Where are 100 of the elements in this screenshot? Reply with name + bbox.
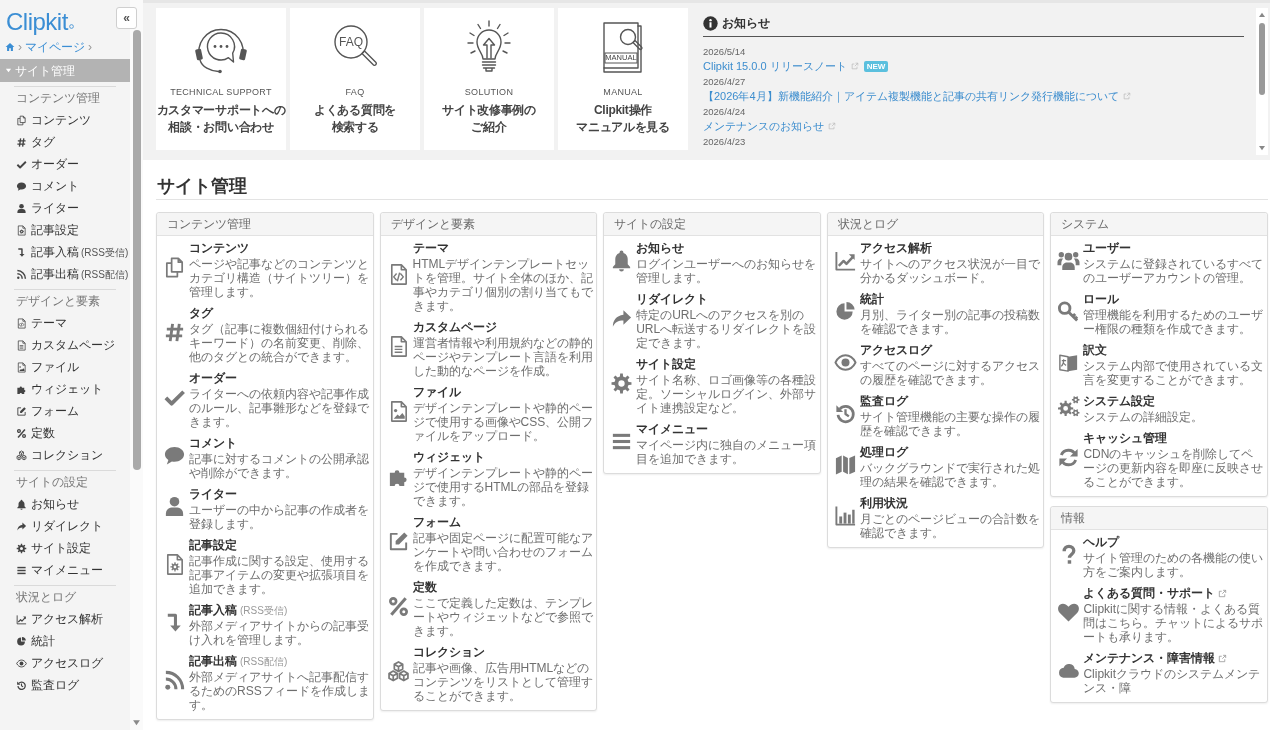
item-title-link[interactable]: ロール	[1083, 292, 1120, 307]
collapse-button[interactable]: «	[116, 7, 137, 29]
scrollbar-thumb[interactable]	[1259, 23, 1265, 95]
sidebar-item[interactable]: 定数	[0, 422, 130, 444]
sidebar-item[interactable]: サイト設定	[0, 537, 130, 559]
sidebar-item[interactable]: 監査ログ	[0, 674, 130, 696]
heart-icon	[1057, 601, 1081, 624]
text-file-icon	[16, 339, 27, 351]
item-title-link[interactable]: 監査ログ	[859, 394, 908, 409]
gear-icon	[16, 542, 27, 554]
registered-mark-icon	[68, 24, 74, 29]
item-title-link[interactable]: 利用状況	[859, 496, 908, 511]
news-date: 2026/4/24	[703, 105, 746, 118]
sidebar-item[interactable]: タグ	[0, 131, 130, 153]
scrollbar-thumb[interactable]	[132, 30, 141, 470]
quick-link-card[interactable]: SOLUTION サイト改修事例の ご紹介	[424, 8, 554, 150]
item-title-link[interactable]: お知らせ	[636, 241, 685, 256]
item-title-link[interactable]: ヘルプ	[1083, 535, 1120, 550]
item-title-link[interactable]: システム設定	[1083, 394, 1156, 409]
sidebar-item[interactable]: アクセスログ	[0, 652, 130, 674]
documents-icon	[16, 114, 27, 126]
home-icon[interactable]	[5, 42, 15, 52]
sidebar-item[interactable]: フォーム	[0, 400, 130, 422]
item-title-link[interactable]: 統計	[859, 292, 884, 307]
item-title-link[interactable]: コメント	[189, 436, 237, 451]
quick-link-card[interactable]: FAQ FAQ よくある質問を 検索する	[290, 8, 420, 150]
item-title-link[interactable]: ユーザー	[1083, 241, 1132, 256]
sidebar-section-label: サイトの設定	[16, 475, 88, 489]
item-title-link[interactable]: サイト設定	[636, 357, 697, 372]
item-title-link[interactable]: 記事出稿 (RSS配信)	[189, 654, 288, 669]
item-title-link[interactable]: 記事設定	[189, 538, 237, 553]
item-description: デザインテンプレートや静的ページで使用する画像やCSS、公開ファイルをアップロード。	[412, 401, 595, 443]
sidebar-item[interactable]: ライター	[0, 197, 130, 219]
info-icon	[703, 16, 718, 31]
pie-chart-icon	[833, 300, 857, 323]
item-description: サイト管理のための各機能の使い方をご案内します。	[1083, 551, 1265, 579]
sidebar-item[interactable]: アクセス解析	[0, 608, 130, 630]
item-title-link[interactable]: メンテナンス・障害情報	[1083, 651, 1228, 666]
rss-icon	[163, 669, 186, 692]
breadcrumb-separator: ›	[88, 40, 92, 54]
item-title-link[interactable]: キャッシュ管理	[1083, 431, 1168, 446]
sidebar-item[interactable]: コンテンツ	[0, 109, 130, 131]
item-description: 記事作成に関する設定、使用する記事アイテムの変更や拡張項目を追加できます。	[189, 554, 370, 596]
item-title-link[interactable]: マイメニュー	[636, 422, 709, 437]
item-description: ユーザーの中から記事の作成者を登録します。	[189, 503, 370, 531]
item-title-link[interactable]: 処理ログ	[859, 445, 908, 460]
item-title-link[interactable]: 定数	[412, 580, 437, 595]
sidebar-item[interactable]: コレクション	[0, 444, 130, 466]
sidebar-item[interactable]: オーダー	[0, 153, 130, 175]
item-description: HTMLデザインテンプレートセットを管理。サイト全体のほか、記事やカテゴリ個別の割り当てもできます。	[412, 257, 594, 313]
item-title-link[interactable]: 訳文	[1083, 343, 1108, 358]
scroll-down-arrow-icon[interactable]	[1258, 144, 1266, 152]
sidebar-item[interactable]: コメント	[0, 175, 130, 197]
quick-link-card[interactable]: TECHNICAL SUPPORT カスタマーサポートへの 相談・お問い合わせ	[156, 8, 286, 150]
item-title-link[interactable]: よくある質問・サポート	[1083, 586, 1228, 601]
item-title-link[interactable]: コレクション	[412, 645, 485, 660]
card-text: ご紹介	[471, 119, 507, 136]
sidebar-section-label: デザインと要素	[16, 294, 100, 308]
item-title-link[interactable]: テーマ	[412, 241, 449, 256]
bar-chart-icon	[833, 504, 857, 527]
sidebar-item[interactable]: 統計	[0, 630, 130, 652]
sidebar-item[interactable]: テーマ	[0, 312, 130, 334]
sidebar-item[interactable]: ファイル	[0, 356, 130, 378]
sidebar-item[interactable]: ウィジェット	[0, 378, 130, 400]
item-title-link[interactable]: ウィジェット	[412, 450, 485, 465]
sidebar-item[interactable]: 記事入稿 (RSS受信)	[0, 241, 130, 263]
card-text: Clipkit操作	[594, 102, 652, 119]
item-title-link[interactable]: ファイル	[412, 385, 461, 400]
item-title-link[interactable]: アクセス解析	[859, 241, 932, 256]
item-description: 記事や画像、広告用HTMLなどのコンテンツをリストとして管理することができます。	[412, 661, 594, 703]
item-description: システムの詳細設定。	[1083, 410, 1205, 424]
cubes-icon	[16, 449, 27, 461]
item-title-link[interactable]: 記事入稿 (RSS受信)	[189, 603, 288, 618]
card-text: マニュアルを見る	[576, 119, 670, 136]
sidebar-item[interactable]: リダイレクト	[0, 515, 130, 537]
item-title-link[interactable]: フォーム	[412, 515, 461, 530]
item-description: 記事や固定ページに配置可能なアンケートや問い合わせのフォームを作成できます。	[412, 531, 594, 573]
item-title-link[interactable]: ライター	[189, 487, 237, 502]
share-arrow-icon	[16, 520, 27, 532]
item-description: デザインテンプレートや静的ページで使用するHTMLの部品を登録できます。	[412, 466, 594, 508]
sidebar-item[interactable]: 記事出稿 (RSS配信)	[0, 263, 130, 285]
item-title-link[interactable]: オーダー	[189, 371, 237, 386]
key-icon	[1057, 300, 1081, 323]
item-title-link[interactable]: タグ	[189, 306, 213, 321]
item-title-link[interactable]: アクセスログ	[859, 343, 932, 358]
item-title-link[interactable]: コンテンツ	[189, 241, 249, 256]
item-title-link[interactable]: リダイレクト	[636, 292, 709, 307]
scroll-up-arrow-icon[interactable]	[1258, 11, 1266, 19]
sidebar-item[interactable]: 記事設定	[0, 219, 130, 241]
sidebar-item[interactable]: マイメニュー	[0, 559, 130, 581]
scroll-down-arrow-icon[interactable]	[132, 718, 141, 727]
line-chart-icon	[833, 249, 857, 272]
item-description: サイト名称、ロゴ画像等の各種設定。ソーシャルログイン、外部サイト連携設定など。	[636, 373, 818, 415]
item-title-link[interactable]: カスタムページ	[412, 320, 497, 335]
card-label: SOLUTION	[464, 87, 514, 98]
news-date: 2026/4/27	[703, 75, 746, 88]
card-text: 相談・お問い合わせ	[168, 119, 274, 136]
sidebar-item[interactable]: お知らせ	[0, 493, 130, 515]
sidebar-item[interactable]: カスタムページ	[0, 334, 130, 356]
panel-header: システム	[1051, 213, 1267, 236]
